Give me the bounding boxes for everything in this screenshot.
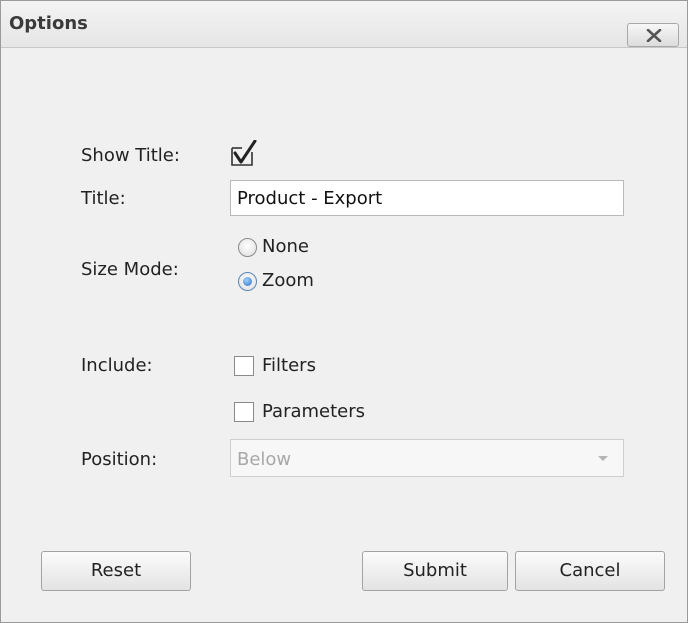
filters-checkbox[interactable]	[234, 356, 254, 376]
position-label: Position:	[81, 449, 158, 470]
size-mode-none-label[interactable]: None	[262, 236, 309, 257]
size-mode-none-radio[interactable]	[238, 238, 257, 257]
position-value: Below	[237, 449, 292, 470]
size-mode-label: Size Mode:	[81, 259, 179, 280]
dialog-titlebar: Options	[1, 1, 687, 48]
cancel-button[interactable]: Cancel	[515, 551, 665, 591]
size-mode-zoom-radio[interactable]	[238, 272, 257, 291]
check-icon	[231, 139, 257, 166]
close-button[interactable]	[627, 23, 679, 47]
show-title-checkbox[interactable]	[231, 139, 257, 166]
options-dialog: Options Show Title: Title: Size Mode: No…	[0, 0, 688, 623]
position-dropdown[interactable]: Below	[230, 439, 624, 477]
filters-label[interactable]: Filters	[262, 355, 316, 376]
chevron-down-icon	[598, 456, 608, 461]
close-icon	[646, 29, 662, 42]
submit-button[interactable]: Submit	[362, 551, 508, 591]
title-input[interactable]	[230, 180, 624, 216]
show-title-label: Show Title:	[81, 145, 180, 166]
parameters-label[interactable]: Parameters	[262, 401, 365, 422]
size-mode-zoom-label[interactable]: Zoom	[262, 270, 314, 291]
dialog-title: Options	[9, 13, 88, 34]
parameters-checkbox[interactable]	[234, 402, 254, 422]
title-label: Title:	[81, 188, 126, 209]
reset-button[interactable]: Reset	[41, 551, 191, 591]
include-label: Include:	[81, 355, 153, 376]
